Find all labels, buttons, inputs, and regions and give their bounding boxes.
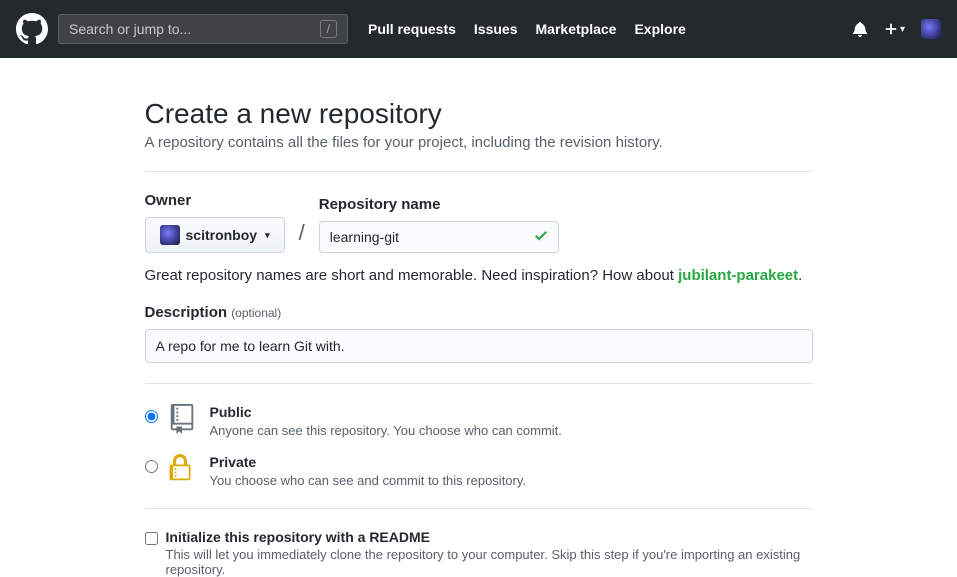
user-avatar[interactable] <box>921 19 941 39</box>
slash-separator: / <box>295 220 309 253</box>
description-input[interactable] <box>145 329 813 363</box>
owner-select[interactable]: scitronboy ▾ <box>145 217 285 253</box>
description-label: Description (optional) <box>145 304 813 321</box>
init-content: Initialize this repository with a README… <box>166 529 813 577</box>
init-readme-row: Initialize this repository with a README… <box>145 529 813 577</box>
public-title: Public <box>210 404 562 420</box>
owner-avatar-icon <box>160 225 180 245</box>
init-readme-checkbox[interactable] <box>145 532 158 545</box>
public-content: Public Anyone can see this repository. Y… <box>210 404 562 438</box>
public-radio[interactable] <box>145 410 158 423</box>
visibility-private-option: Private You choose who can see and commi… <box>145 454 813 488</box>
public-note: Anyone can see this repository. You choo… <box>210 423 562 438</box>
search-box[interactable]: / <box>58 14 348 44</box>
nav-issues[interactable]: Issues <box>474 21 518 37</box>
slash-shortcut-icon: / <box>320 20 337 38</box>
github-logo[interactable] <box>16 13 48 45</box>
repo-public-icon <box>168 404 200 437</box>
header-right: ▾ <box>852 19 941 39</box>
divider <box>145 171 813 172</box>
create-new-icon[interactable]: ▾ <box>884 22 905 36</box>
init-readme-note: This will let you immediately clone the … <box>166 547 813 577</box>
lock-icon <box>168 454 200 485</box>
name-row: Owner scitronboy ▾ / Repository name <box>145 192 813 253</box>
page-subtitle: A repository contains all the files for … <box>145 134 813 151</box>
site-header: / Pull requests Issues Marketplace Explo… <box>0 0 957 58</box>
nav-pull-requests[interactable]: Pull requests <box>368 21 456 37</box>
repo-name-label: Repository name <box>319 196 559 213</box>
init-readme-title: Initialize this repository with a README <box>166 529 430 545</box>
page-title: Create a new repository <box>145 98 813 130</box>
name-hint: Great repository names are short and mem… <box>145 267 813 284</box>
primary-nav: Pull requests Issues Marketplace Explore <box>368 21 686 37</box>
owner-group: Owner scitronboy ▾ <box>145 192 285 253</box>
private-radio[interactable] <box>145 460 158 473</box>
divider <box>145 383 813 384</box>
private-title: Private <box>210 454 527 470</box>
nav-marketplace[interactable]: Marketplace <box>536 21 617 37</box>
private-note: You choose who can see and commit to thi… <box>210 473 527 488</box>
suggested-name-link[interactable]: jubilant-parakeet <box>678 267 798 284</box>
private-content: Private You choose who can see and commi… <box>210 454 527 488</box>
divider <box>145 508 813 509</box>
search-input[interactable] <box>69 21 320 37</box>
caret-down-icon: ▾ <box>265 230 270 241</box>
owner-name: scitronboy <box>186 227 258 243</box>
notifications-icon[interactable] <box>852 21 868 37</box>
optional-badge: (optional) <box>231 306 281 320</box>
main-content: Create a new repository A repository con… <box>129 98 829 577</box>
owner-label: Owner <box>145 192 285 209</box>
repo-name-group: Repository name <box>319 196 559 253</box>
repo-name-input[interactable] <box>319 221 559 253</box>
visibility-public-option: Public Anyone can see this repository. Y… <box>145 404 813 438</box>
nav-explore[interactable]: Explore <box>634 21 685 37</box>
check-icon <box>533 228 549 247</box>
